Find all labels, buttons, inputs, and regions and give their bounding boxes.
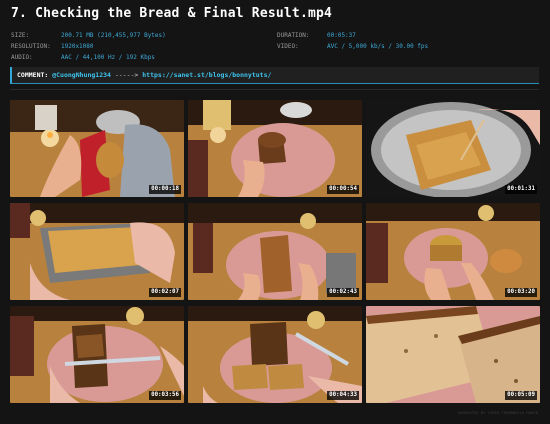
divider [10, 89, 539, 90]
timestamp: 00:00:54 [327, 185, 359, 194]
timestamp: 00:03:56 [149, 391, 181, 400]
meta-resolution-label: RESOLUTION: [11, 43, 51, 50]
thumbnail-frame[interactable]: 00:03:56 [10, 306, 184, 403]
thumbnail-frame[interactable]: 00:02:07 [10, 203, 184, 300]
meta-size: SIZE: 200.71 MB (210,455,977 Bytes) [11, 32, 166, 39]
thumbnail-frame[interactable]: 00:05:09 [366, 306, 540, 403]
thumbnail-frame[interactable]: 00:02:43 [188, 203, 362, 300]
timestamp: 00:02:07 [149, 288, 181, 297]
meta-resolution-value: 1920x1080 [61, 43, 94, 50]
kitchen-scene-muffin-plate [188, 100, 362, 197]
meta-duration: DURATION: 00:05:37 [277, 32, 356, 39]
kitchen-scene-sliced-bread [188, 306, 362, 403]
thumbnail-frame[interactable]: 00:03:20 [366, 203, 540, 300]
comment-user: @CuongNhung1234 [52, 71, 111, 79]
meta-video-value: AVC / 5,000 kb/s / 30.00 fps [327, 43, 429, 50]
kitchen-scene-slicing-muffin [366, 203, 540, 300]
kitchen-scene-cutting-loaf [10, 306, 184, 403]
meta-audio: AUDIO: AAC / 44,100 Hz / 192 Kbps [11, 54, 155, 61]
footer-credit: GENERATED BY VIDEO THUMBNAILS MAKER [457, 410, 538, 415]
meta-video: VIDEO: AVC / 5,000 kb/s / 30.00 fps [277, 43, 428, 50]
thumbnail-frame[interactable]: 00:04:33 [188, 306, 362, 403]
comment-link[interactable]: https://sanet.st/blogs/bonnytuts/ [142, 71, 271, 79]
kitchen-scene-loaf-on-plate [188, 203, 362, 300]
timestamp: 00:01:31 [505, 185, 537, 194]
kitchen-scene-oven-mitt [10, 100, 184, 197]
thumbnail-frame[interactable]: 00:00:54 [188, 100, 362, 197]
comment-arrow: -----> [114, 71, 139, 79]
kitchen-scene-holding-loaf [10, 203, 184, 300]
timestamp: 00:05:09 [505, 391, 537, 400]
meta-video-label: VIDEO: [277, 43, 299, 50]
timestamp: 00:04:33 [327, 391, 359, 400]
meta-duration-label: DURATION: [277, 32, 310, 39]
timestamp: 00:00:18 [149, 185, 181, 194]
meta-audio-value: AAC / 44,100 Hz / 192 Kbps [61, 54, 155, 61]
meta-resolution: RESOLUTION: 1920x1080 [11, 43, 94, 50]
video-title: 7. Checking the Bread & Final Result.mp4 [11, 6, 333, 21]
kitchen-scene-bread-pan [366, 100, 540, 197]
meta-size-value: 200.71 MB (210,455,977 Bytes) [61, 32, 166, 39]
comment-label: COMMENT: [17, 71, 49, 79]
timestamp: 00:03:20 [505, 288, 537, 297]
thumbnail-frame[interactable]: 00:01:31 [366, 100, 540, 197]
comment-box: COMMENT: @CuongNhung1234 -----> https://… [10, 67, 539, 84]
meta-audio-label: AUDIO: [11, 54, 33, 61]
kitchen-scene-bread-closeup [366, 306, 540, 403]
meta-duration-value: 00:05:37 [327, 32, 356, 39]
thumbnail-frame[interactable]: 00:00:18 [10, 100, 184, 197]
meta-size-label: SIZE: [11, 32, 30, 39]
timestamp: 00:02:43 [327, 288, 359, 297]
